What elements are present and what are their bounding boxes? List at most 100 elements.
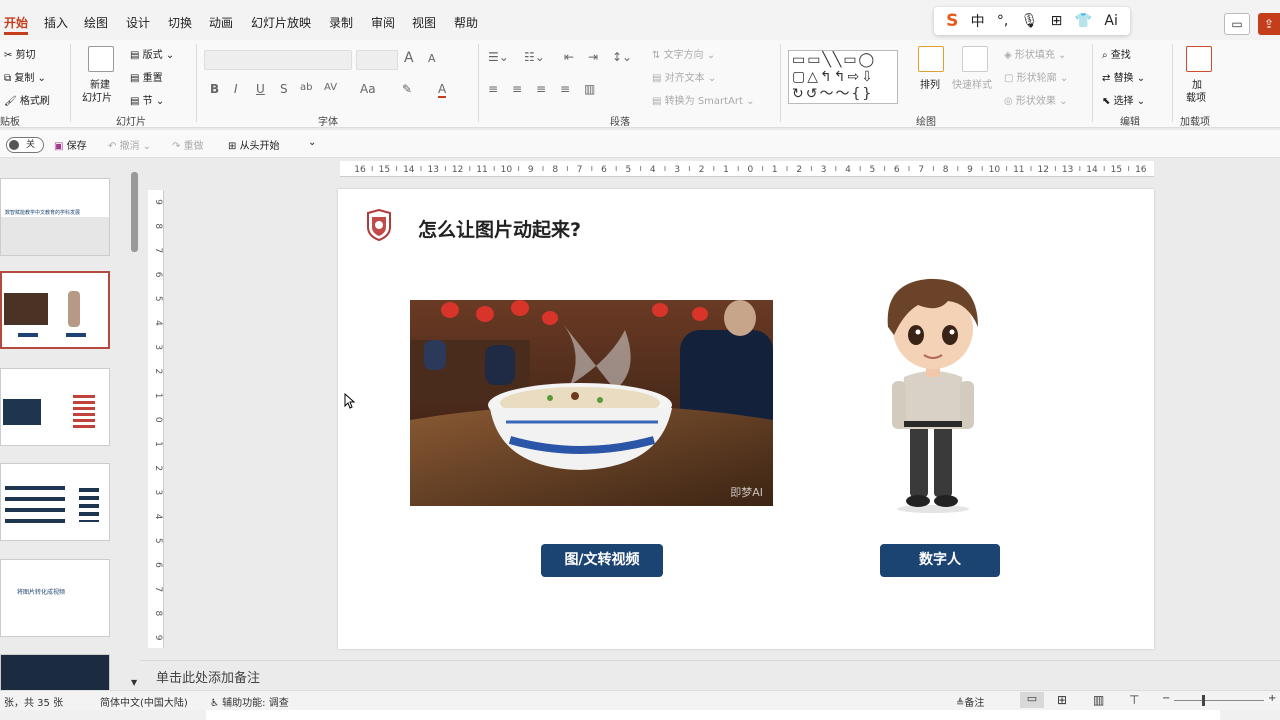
- cut-button[interactable]: ✂ 剪切: [4, 46, 36, 61]
- notes-toggle-button[interactable]: ≜备注: [956, 694, 984, 709]
- highlight-icon[interactable]: ✎: [402, 82, 412, 96]
- share-icon[interactable]: ⇪: [1258, 13, 1280, 35]
- ruler-tick-label: 4: [153, 320, 163, 326]
- new-slide-label-2[interactable]: 幻灯片: [82, 89, 112, 104]
- tab-insert[interactable]: 插入: [44, 14, 68, 31]
- zoom-slider[interactable]: [1174, 700, 1264, 701]
- decrease-indent-icon[interactable]: ⇤: [564, 50, 574, 64]
- quick-styles-icon[interactable]: [962, 46, 988, 72]
- section-button[interactable]: ▤ 节 ⌄: [130, 92, 164, 107]
- justify-icon[interactable]: ≡: [560, 82, 570, 96]
- find-button[interactable]: ⌕ 查找: [1102, 46, 1131, 61]
- digital-human-button[interactable]: 数字人: [880, 544, 1000, 577]
- quick-styles-label[interactable]: 快速样式: [952, 76, 992, 91]
- underline-button[interactable]: U: [256, 82, 265, 96]
- language-indicator[interactable]: 简体中文(中国大陆): [100, 694, 188, 709]
- redo-button[interactable]: ↷ 重做: [172, 137, 204, 152]
- ruler-tick-label: 9: [528, 165, 534, 175]
- accessibility-status[interactable]: ♿ 辅助功能: 调查: [210, 694, 289, 709]
- reading-view-icon[interactable]: ▥: [1093, 693, 1104, 707]
- font-size-combo[interactable]: [356, 50, 398, 70]
- shape-outline-button[interactable]: ▢ 形状轮廓 ⌄: [1004, 69, 1068, 84]
- ime-microphone-icon[interactable]: 🎙: [1021, 13, 1039, 29]
- char-spacing-button[interactable]: AV: [324, 82, 337, 93]
- slide-thumbnail-6[interactable]: [0, 654, 110, 690]
- align-center-icon[interactable]: ≡: [512, 82, 522, 96]
- shape-fill-button[interactable]: ◈ 形状填充 ⌄: [1004, 46, 1066, 61]
- shadow-button[interactable]: ab: [300, 82, 312, 93]
- smartart-button[interactable]: ▤ 转换为 SmartArt ⌄: [652, 92, 755, 107]
- strikethrough-button[interactable]: S: [280, 82, 288, 96]
- shrink-font-button[interactable]: A: [428, 52, 436, 65]
- comment-icon[interactable]: ▭: [1224, 13, 1250, 35]
- slide-thumbnail-1[interactable]: 数智赋能教学中文教育的学科发展: [0, 178, 110, 256]
- bold-button[interactable]: B: [210, 82, 219, 96]
- align-right-icon[interactable]: ≡: [536, 82, 546, 96]
- copy-button[interactable]: ⧉ 复制 ⌄: [4, 69, 46, 84]
- new-slide-icon[interactable]: [88, 46, 114, 72]
- sogou-logo-icon[interactable]: S: [946, 11, 958, 31]
- ime-skin-icon[interactable]: 👕: [1075, 13, 1092, 29]
- format-painter-button[interactable]: 🖌 格式刷: [4, 92, 50, 107]
- grow-font-button[interactable]: A: [404, 50, 414, 66]
- thumbnail-3-block: [3, 399, 41, 425]
- ime-ai-button[interactable]: Ai: [1104, 13, 1117, 29]
- numbering-icon[interactable]: ☷⌄: [524, 50, 545, 64]
- layout-button[interactable]: ▤ 版式 ⌄: [130, 46, 174, 61]
- add-ins-label-2[interactable]: 载项: [1186, 89, 1206, 104]
- notes-pane[interactable]: 单击此处添加备注: [140, 660, 1280, 688]
- tab-record[interactable]: 录制: [329, 14, 353, 31]
- italic-button[interactable]: I: [234, 82, 238, 96]
- change-case-button[interactable]: Aa: [360, 82, 376, 96]
- slide-thumbnail-4[interactable]: [0, 463, 110, 541]
- slide-thumbnail-2[interactable]: [0, 271, 110, 349]
- tab-home[interactable]: 开始: [4, 14, 29, 35]
- tab-slideshow[interactable]: 幻灯片放映: [251, 14, 311, 31]
- slide-canvas[interactable]: 怎么让图片动起来? 即梦AI 图/文转视频 数字人: [338, 189, 1154, 649]
- tab-view[interactable]: 视图: [412, 14, 436, 31]
- autosave-toggle[interactable]: 关: [6, 137, 44, 153]
- slide-thumbnail-3[interactable]: [0, 368, 110, 446]
- select-button[interactable]: ⬉ 选择 ⌄: [1102, 92, 1145, 107]
- image-text-to-video-button[interactable]: 图/文转视频: [541, 544, 663, 577]
- tab-transitions[interactable]: 切换: [168, 14, 192, 31]
- ime-punctuation-icon[interactable]: °,: [997, 13, 1008, 29]
- ime-chinese-toggle[interactable]: 中: [971, 11, 985, 31]
- arrange-icon[interactable]: [918, 46, 944, 72]
- save-button[interactable]: ▣ 保存: [54, 137, 87, 152]
- font-color-button[interactable]: A: [438, 82, 447, 98]
- zoom-slider-thumb[interactable]: [1202, 695, 1205, 706]
- tab-help[interactable]: 帮助: [454, 14, 478, 31]
- tab-review[interactable]: 审阅: [371, 14, 395, 31]
- arrange-label[interactable]: 排列: [920, 76, 940, 91]
- align-left-icon[interactable]: ≡: [488, 82, 498, 96]
- tab-animations[interactable]: 动画: [209, 14, 233, 31]
- from-start-button[interactable]: ⊞ 从头开始: [228, 137, 280, 152]
- bullets-icon[interactable]: ☰⌄: [488, 50, 509, 64]
- align-text-button[interactable]: ▤ 对齐文本 ⌄: [652, 69, 716, 84]
- tab-design[interactable]: 设计: [126, 14, 150, 31]
- columns-icon[interactable]: ▥: [584, 82, 595, 96]
- customize-qat-icon[interactable]: ⌄: [308, 137, 316, 148]
- shape-effects-button[interactable]: ◎ 形状效果 ⌄: [1004, 92, 1067, 107]
- slide-thumbnail-5[interactable]: 将图片转化成视频: [0, 559, 110, 637]
- scroll-down-icon[interactable]: ▼: [131, 678, 137, 687]
- zoom-in-icon[interactable]: +: [1268, 693, 1276, 704]
- normal-view-icon[interactable]: ▭: [1020, 692, 1044, 708]
- font-family-combo[interactable]: [204, 50, 352, 70]
- undo-button[interactable]: ↶ 撤消 ⌄: [108, 137, 151, 152]
- shapes-gallery[interactable]: ▭▭╲╲▭◯ ▢△↰↰⇨⇩ ↻↺〜〜{}: [788, 50, 898, 104]
- line-spacing-icon[interactable]: ↕⌄: [612, 50, 632, 64]
- reset-button[interactable]: ▤ 重置: [130, 69, 163, 84]
- replace-button[interactable]: ⇄ 替换 ⌄: [1102, 69, 1145, 84]
- slideshow-view-icon[interactable]: ⊤: [1129, 693, 1139, 707]
- zoom-out-icon[interactable]: −: [1162, 693, 1170, 704]
- text-direction-button[interactable]: ⇅ 文字方向 ⌄: [652, 46, 715, 61]
- tab-draw[interactable]: 绘图: [84, 14, 108, 31]
- add-ins-icon[interactable]: [1186, 46, 1212, 72]
- separator: [1092, 44, 1093, 122]
- slide-sorter-icon[interactable]: ⊞: [1057, 693, 1067, 707]
- ime-keyboard-icon[interactable]: ⊞: [1051, 13, 1063, 29]
- increase-indent-icon[interactable]: ⇥: [588, 50, 598, 64]
- thumbnail-scrollbar[interactable]: [131, 172, 138, 252]
